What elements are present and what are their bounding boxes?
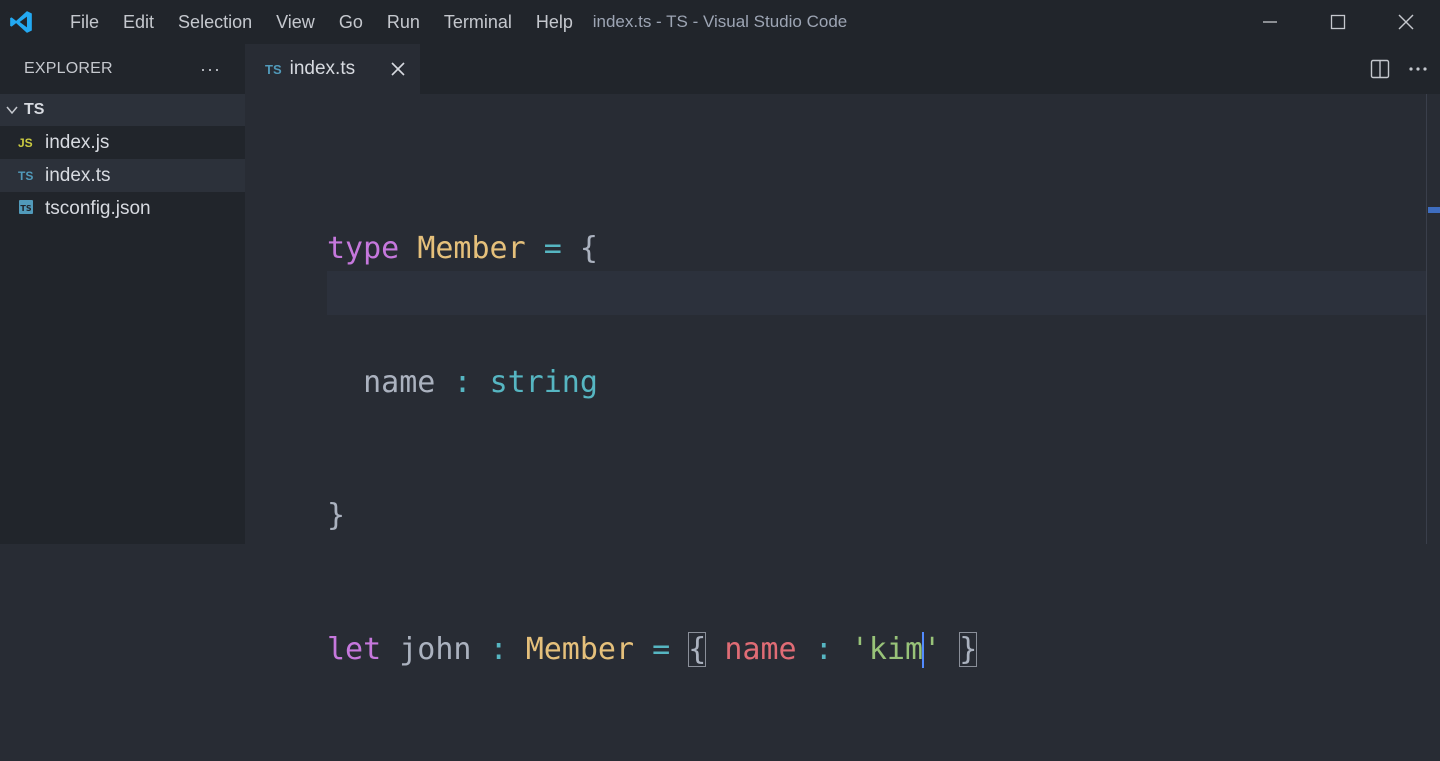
ts-file-icon: TS — [265, 61, 282, 77]
operator: = — [543, 231, 562, 266]
close-icon — [391, 62, 405, 76]
more-actions-icon[interactable]: ··· — [200, 59, 221, 80]
string-literal-end: ' — [923, 631, 942, 667]
menu-edit[interactable]: Edit — [111, 0, 166, 44]
ts-file-icon: TS — [18, 168, 34, 183]
scroll-position-marker — [1428, 207, 1440, 213]
operator: = — [652, 631, 671, 667]
type-annotation: string — [489, 364, 598, 400]
minimize-icon — [1263, 21, 1277, 23]
minimize-button[interactable] — [1236, 0, 1304, 44]
folder-row[interactable]: TS — [0, 94, 245, 126]
menu-help[interactable]: Help — [524, 0, 585, 44]
code-line-3: } — [327, 494, 977, 539]
file-label: index.js — [45, 131, 110, 153]
code-line-4: let john : Member = { name : 'kim' } — [327, 628, 978, 673]
title-bar: File Edit Selection View Go Run Terminal… — [0, 0, 1440, 44]
type-name: Member — [525, 631, 635, 667]
maximize-button[interactable] — [1304, 0, 1372, 44]
brace: } — [327, 498, 346, 533]
file-label: tsconfig.json — [45, 197, 151, 219]
chevron-down-icon — [4, 102, 20, 118]
window-controls — [1236, 0, 1440, 44]
code-content[interactable]: type Member = { name : string } let john… — [327, 138, 978, 761]
menu-go[interactable]: Go — [327, 0, 375, 44]
close-icon — [1398, 14, 1414, 30]
menu-bar: File Edit Selection View Go Run Terminal… — [58, 0, 585, 44]
operator: : — [489, 631, 508, 667]
type-name: Member — [417, 231, 526, 266]
vscode-logo-icon — [0, 0, 58, 44]
file-item-tsconfig-json[interactable]: TS tsconfig.json — [0, 192, 245, 225]
keyword: let — [327, 631, 382, 667]
menu-file[interactable]: File — [58, 0, 111, 44]
tab-close-button[interactable] — [388, 59, 408, 79]
keyword: type — [327, 231, 400, 266]
tab-index-ts[interactable]: TS index.ts — [245, 44, 420, 94]
code-line-1: type Member = { — [327, 227, 977, 272]
js-file-icon: JS — [18, 135, 33, 150]
folder-name: TS — [24, 101, 45, 118]
property: name — [724, 631, 797, 667]
explorer-header: EXPLORER ··· — [0, 44, 245, 94]
code-line-2: name : string — [327, 361, 977, 406]
tab-label: index.ts — [289, 58, 356, 79]
maximize-icon — [1330, 14, 1346, 30]
operator: : — [814, 631, 833, 667]
close-window-button[interactable] — [1372, 0, 1440, 44]
split-editor-icon — [1370, 59, 1390, 79]
brace: { — [579, 231, 598, 266]
tab-bar: TS index.ts — [245, 44, 1440, 94]
file-item-index-ts[interactable]: TS index.ts — [0, 159, 245, 192]
menu-selection[interactable]: Selection — [166, 0, 264, 44]
file-item-index-js[interactable]: JS index.js — [0, 126, 245, 159]
explorer-sidebar: EXPLORER ··· TS JS index.js TS index.ts … — [0, 44, 245, 544]
more-actions-button[interactable] — [1406, 57, 1430, 81]
menu-view[interactable]: View — [264, 0, 327, 44]
menu-terminal[interactable]: Terminal — [432, 0, 524, 44]
matched-open-brace: { — [688, 631, 707, 667]
string-literal: 'kim — [850, 631, 924, 667]
menu-run[interactable]: Run — [375, 0, 432, 44]
editor-actions — [1368, 44, 1430, 94]
svg-text:TS: TS — [20, 204, 31, 213]
split-editor-button[interactable] — [1368, 57, 1392, 81]
matched-close-brace: } — [959, 631, 978, 667]
operator: : — [453, 364, 472, 400]
more-icon — [1409, 67, 1427, 71]
property: name — [363, 364, 436, 400]
tsconfig-file-icon: TS — [18, 199, 38, 218]
vertical-scrollbar[interactable] — [1426, 94, 1440, 544]
code-editor[interactable]: type Member = { name : string } let john… — [245, 94, 1440, 668]
file-label: index.ts — [45, 164, 111, 186]
explorer-title: EXPLORER — [24, 60, 113, 77]
variable: john — [399, 631, 472, 667]
